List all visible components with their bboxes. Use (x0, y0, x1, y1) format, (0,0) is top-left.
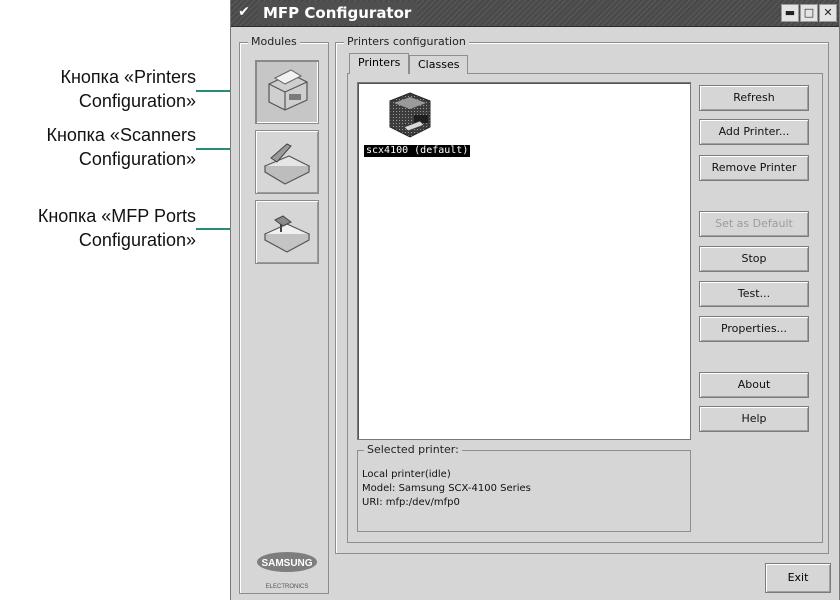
port-icon (263, 215, 311, 253)
callout-text: Кнопка «Printers (60, 67, 197, 87)
printer-model: Model: Samsung SCX-4100 Series (362, 483, 531, 494)
modules-title: Modules (248, 35, 300, 48)
callout-text: Кнопка «Scanners (46, 125, 196, 145)
samsung-logo: SAMSUNG ELECTRONICS (249, 548, 325, 596)
callout-text: Configuration» (78, 91, 196, 111)
scanners-configuration-button[interactable] (255, 130, 319, 194)
printer-uri: URI: mfp:/dev/mfp0 (362, 497, 460, 508)
mfp-configurator-window: ✔ MFP Configurator ▬ □ ✕ Modules SAMSUNG… (230, 0, 840, 600)
brand-sub-text: ELECTRONICS (266, 584, 309, 590)
test-button[interactable]: Test... (699, 281, 809, 307)
window-menu-icon[interactable]: ✔ (235, 3, 253, 21)
mfp-ports-configuration-button[interactable] (255, 200, 319, 264)
tab-classes[interactable]: Classes (409, 55, 469, 74)
callout-text: Кнопка «MFP Ports (37, 206, 196, 226)
stop-button[interactable]: Stop (699, 246, 809, 272)
title-bar[interactable]: ✔ MFP Configurator ▬ □ ✕ (231, 0, 839, 27)
selected-printer-title: Selected printer: (364, 443, 462, 456)
minimize-button[interactable]: ▬ (781, 4, 799, 22)
printer-item-label[interactable]: scx4100 (default) (364, 145, 471, 157)
add-printer-button[interactable]: Add Printer... (699, 119, 809, 145)
callout-text: Configuration» (78, 230, 196, 250)
maximize-button[interactable]: □ (800, 4, 818, 22)
window-title: MFP Configurator (257, 2, 418, 24)
modules-group: Modules (239, 35, 329, 594)
brand-text: SAMSUNG (261, 558, 312, 569)
printer-icon (268, 69, 308, 111)
about-button[interactable]: About (699, 372, 809, 398)
set-as-default-button[interactable]: Set as Default (699, 211, 809, 237)
callout-mfp-ports: Кнопка «MFP Ports Configuration» (0, 204, 196, 252)
close-button[interactable]: ✕ (819, 4, 837, 22)
remove-printer-button[interactable]: Remove Printer (699, 155, 809, 181)
list-item[interactable]: scx4100 (default) (358, 83, 478, 163)
scanner-icon (263, 143, 311, 185)
printer-status: Local printer(idle) (362, 469, 451, 480)
selected-printer-group: Selected printer: Local printer(idle) Mo… (357, 443, 691, 532)
callout-scanners: Кнопка «Scanners Configuration» (0, 123, 196, 171)
exit-button[interactable]: Exit (765, 563, 831, 593)
callout-text: Configuration» (78, 149, 196, 169)
properties-button[interactable]: Properties... (699, 316, 809, 342)
callout-printers: Кнопка «Printers Configuration» (0, 65, 197, 113)
printer-icon (389, 92, 431, 138)
tab-printers[interactable]: Printers (349, 53, 410, 74)
printers-configuration-title: Printers configuration (344, 35, 469, 48)
help-button[interactable]: Help (699, 406, 809, 432)
refresh-button[interactable]: Refresh (699, 85, 809, 111)
printers-configuration-button[interactable] (255, 60, 319, 124)
printer-list[interactable]: scx4100 (default) (357, 82, 691, 440)
